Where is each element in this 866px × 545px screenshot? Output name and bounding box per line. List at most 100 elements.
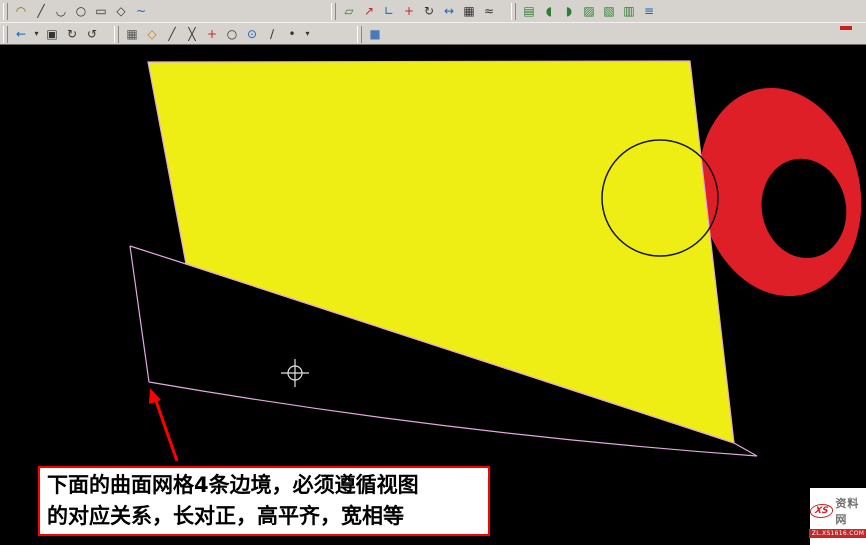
yellow-surface[interactable] <box>148 61 734 443</box>
pattern-icon: ▦ <box>463 2 474 20</box>
revolve-button[interactable]: ◖ <box>539 2 559 20</box>
datum-axis-icon: ↗ <box>364 2 374 20</box>
point-snap-icon: • <box>288 25 295 43</box>
spline-button[interactable]: ~ <box>131 2 151 20</box>
refresh-view-icon: ↺ <box>87 25 97 43</box>
concentric-snap-button[interactable]: ⊙ <box>242 25 262 43</box>
toolbar-handle[interactable] <box>3 3 8 20</box>
center-snap-icon: ○ <box>227 25 237 43</box>
back-button[interactable]: ← <box>11 25 31 43</box>
sweep-button[interactable]: ◗ <box>559 2 579 20</box>
sweep-icon: ◗ <box>566 2 572 20</box>
ruled-surface-button[interactable]: ▥ <box>619 2 639 20</box>
toolbar-view-snap: ← ▾ ▣ ↻ ↺ ▦ ◇ ╱ ╳ + ○ ⊙ ∕ • ▾ ■ <box>0 22 866 45</box>
revolve-icon: ◖ <box>546 2 552 20</box>
snap-options-button[interactable]: ▾ <box>302 25 313 43</box>
rectangle-icon: ▭ <box>95 2 106 20</box>
mesh-edge-top[interactable] <box>130 246 186 264</box>
thicken-icon: ≡ <box>644 2 654 20</box>
rotate-view-icon: ↻ <box>67 25 77 43</box>
vertex-snap-button[interactable]: ◇ <box>142 25 162 43</box>
concentric-snap-icon: ⊙ <box>247 25 257 43</box>
extrude-icon: ▤ <box>523 2 534 20</box>
toolbar-curves: ◠ ╱ ◡ ○ ▭ ◇ ~ ▱ ↗ ∟ + ↻ ↔▦ ≈ ▤ ◖ ◗ ▨ ▧▥ ≡ <box>0 0 866 22</box>
point-button[interactable]: + <box>399 2 419 20</box>
arc-button[interactable]: ◡ <box>51 2 71 20</box>
mesh-edge-left[interactable] <box>130 246 149 382</box>
annotation-line-2: 的对应关系，长对正，高平齐，宽相等 <box>47 501 481 532</box>
toolbar-gap <box>499 10 509 12</box>
extrude-button[interactable]: ▤ <box>519 2 539 20</box>
line-button[interactable]: ╱ <box>31 2 51 20</box>
line-snap-icon: ╱ <box>168 25 175 43</box>
center-snap-button[interactable]: ○ <box>222 25 242 43</box>
line-icon: ╱ <box>37 2 44 20</box>
back-icon: ← <box>16 25 26 43</box>
back-options-icon: ▾ <box>34 25 38 43</box>
annotation-arrow-shaft <box>156 401 177 461</box>
toolbar-handle[interactable] <box>357 26 362 43</box>
watermark-logo: XS <box>809 504 834 518</box>
shaded-view-icon: ■ <box>369 25 380 43</box>
circle-icon: ○ <box>76 2 86 20</box>
move-button[interactable]: ↔ <box>439 2 459 20</box>
point-icon: + <box>404 2 414 20</box>
toolbar-handle[interactable] <box>114 26 119 43</box>
ruled-surface-icon: ▥ <box>623 2 634 20</box>
watermark-name: 资料网 <box>835 495 866 527</box>
datum-plane-icon: ▱ <box>344 2 353 20</box>
polygon-icon: ◇ <box>116 2 125 20</box>
spline-icon: ~ <box>136 2 146 20</box>
midpoint-snap-icon: + <box>207 25 217 43</box>
shaded-view-button[interactable]: ■ <box>365 25 385 43</box>
profile-icon: ◠ <box>16 2 26 20</box>
red-marker <box>840 26 852 30</box>
toolbar-handle[interactable] <box>3 26 8 43</box>
point-snap-button[interactable]: • <box>282 25 302 43</box>
profile-button[interactable]: ◠ <box>11 2 31 20</box>
annotation-arrow <box>149 388 177 461</box>
grid-snap-icon: ▦ <box>126 25 137 43</box>
annotation-arrow-head <box>149 388 161 404</box>
back-options-button[interactable]: ▾ <box>31 25 42 43</box>
toolbar-gap <box>313 33 355 35</box>
mesh-surface-button[interactable]: ▧ <box>599 2 619 20</box>
watermark: XS 资料网 ZL.XS1616.COM <box>810 488 866 545</box>
midpoint-snap-button[interactable]: + <box>202 25 222 43</box>
thicken-button[interactable]: ≡ <box>639 2 659 20</box>
toolbar-handle[interactable] <box>511 3 516 20</box>
law-curve-button[interactable]: ≈ <box>479 2 499 20</box>
vertex-snap-icon: ◇ <box>147 25 156 43</box>
snap-options-icon: ▾ <box>305 25 309 43</box>
section-surface-icon: ▨ <box>583 2 594 20</box>
rotate-view-button[interactable]: ↻ <box>62 25 82 43</box>
arc-icon: ◡ <box>56 2 66 20</box>
rectangle-button[interactable]: ▭ <box>91 2 111 20</box>
intersection-snap-icon: ╳ <box>188 25 195 43</box>
rotate-button[interactable]: ↻ <box>419 2 439 20</box>
graphics-canvas[interactable]: 下面的曲面网格4条边境，必须遵循视图 的对应关系，长对正，高平齐，宽相等 XS … <box>0 45 866 545</box>
polygon-button[interactable]: ◇ <box>111 2 131 20</box>
datum-plane-button[interactable]: ▱ <box>339 2 359 20</box>
datum-csys-button[interactable]: ∟ <box>379 2 399 20</box>
slope-snap-icon: ∕ <box>270 25 274 43</box>
refresh-view-button[interactable]: ↺ <box>82 25 102 43</box>
toolbar-handle[interactable] <box>331 3 336 20</box>
annotation-line-1: 下面的曲面网格4条边境，必须遵循视图 <box>47 470 481 501</box>
slope-snap-button[interactable]: ∕ <box>262 25 282 43</box>
watermark-top: XS 资料网 <box>810 495 866 527</box>
view-orient-button[interactable]: ▣ <box>42 25 62 43</box>
rotate-icon: ↻ <box>424 2 434 20</box>
intersection-snap-button[interactable]: ╳ <box>182 25 202 43</box>
circle-button[interactable]: ○ <box>71 2 91 20</box>
pattern-button[interactable]: ▦ <box>459 2 479 20</box>
section-surface-button[interactable]: ▨ <box>579 2 599 20</box>
view-orient-icon: ▣ <box>46 25 57 43</box>
toolbar-gap <box>151 10 329 12</box>
line-snap-button[interactable]: ╱ <box>162 25 182 43</box>
datum-axis-button[interactable]: ↗ <box>359 2 379 20</box>
datum-csys-icon: ∟ <box>384 2 394 20</box>
watermark-url: ZL.XS1616.COM <box>809 529 866 538</box>
law-curve-icon: ≈ <box>484 2 494 20</box>
grid-snap-button[interactable]: ▦ <box>122 25 142 43</box>
